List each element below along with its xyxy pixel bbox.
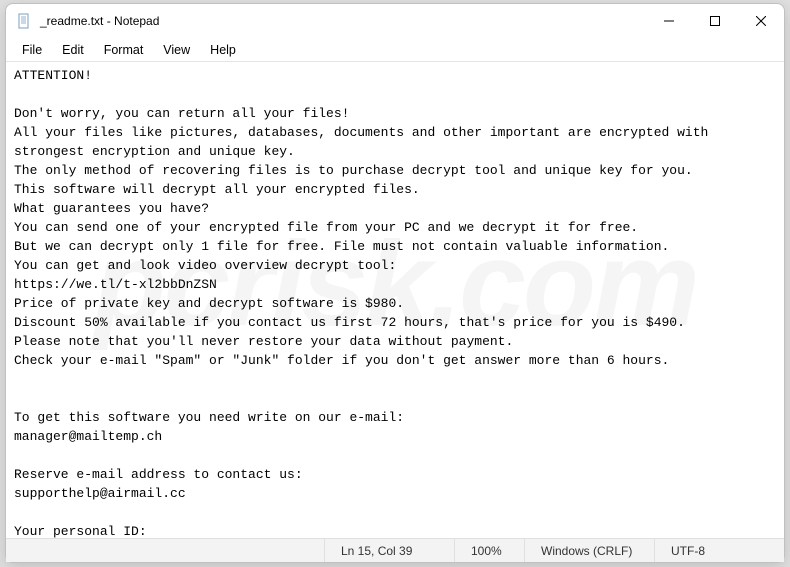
status-position: Ln 15, Col 39 — [324, 539, 454, 562]
menu-file[interactable]: File — [12, 41, 52, 59]
menu-view[interactable]: View — [153, 41, 200, 59]
menu-format[interactable]: Format — [94, 41, 154, 59]
text-content[interactable]: ATTENTION! Don't worry, you can return a… — [6, 62, 784, 538]
notepad-window: _readme.txt - Notepad File Edit Format V… — [5, 3, 785, 563]
menu-help[interactable]: Help — [200, 41, 246, 59]
status-line-ending: Windows (CRLF) — [524, 539, 654, 562]
title-bar[interactable]: _readme.txt - Notepad — [6, 4, 784, 38]
close-button[interactable] — [738, 4, 784, 38]
window-controls — [646, 4, 784, 38]
menu-bar: File Edit Format View Help — [6, 38, 784, 62]
minimize-button[interactable] — [646, 4, 692, 38]
document-icon — [16, 13, 32, 29]
status-bar: Ln 15, Col 39 100% Windows (CRLF) UTF-8 — [6, 538, 784, 562]
menu-edit[interactable]: Edit — [52, 41, 94, 59]
maximize-button[interactable] — [692, 4, 738, 38]
status-encoding: UTF-8 — [654, 539, 784, 562]
status-zoom: 100% — [454, 539, 524, 562]
window-title: _readme.txt - Notepad — [40, 14, 646, 28]
